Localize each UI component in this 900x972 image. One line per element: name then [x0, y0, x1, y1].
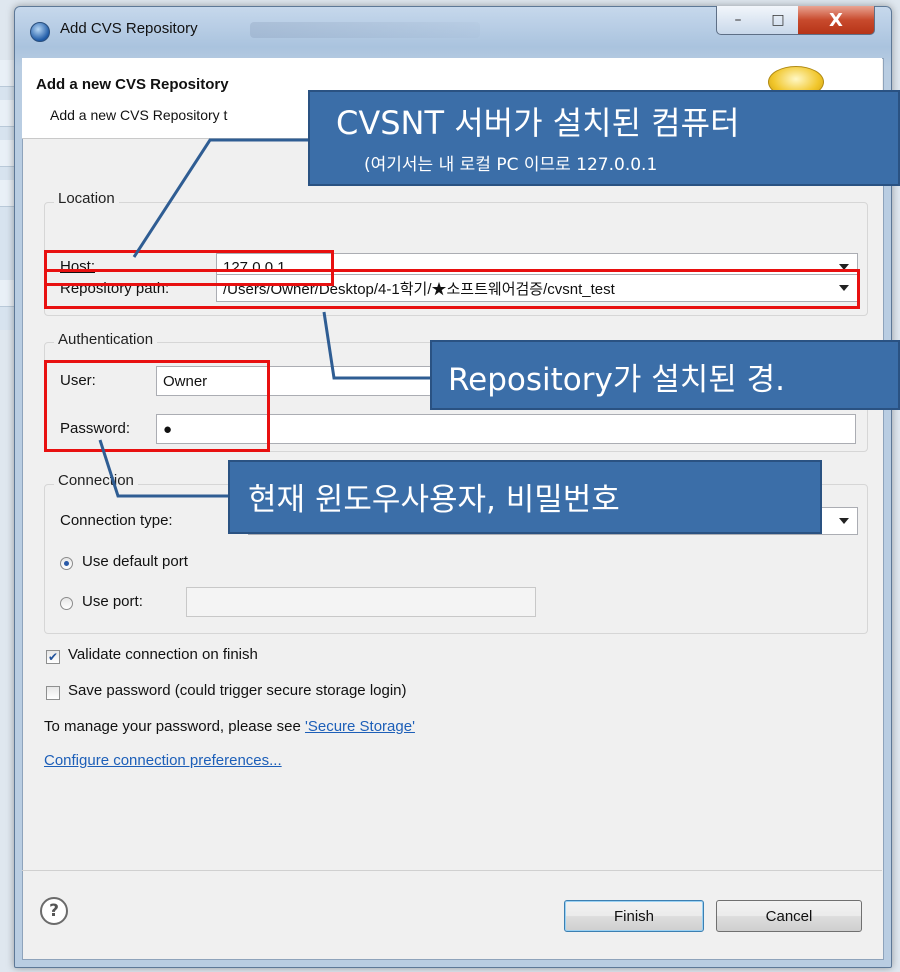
credentials-connector-line — [98, 439, 228, 498]
repository-callout: Repository가 설치된 경. — [430, 340, 900, 410]
repository-callout-text: Repository가 설치된 경. — [448, 362, 786, 398]
host-callout-note: (여기서는 내 로컬 PC 이므로 127.0.0.1 — [364, 155, 658, 175]
credentials-callout: 현재 윈도우사용자, 비밀번호 — [228, 460, 822, 534]
path-connector-line — [322, 311, 432, 380]
host-callout-title: CVSNT 서버가 설치된 컴퓨터 — [336, 104, 740, 142]
host-callout: CVSNT 서버가 설치된 컴퓨터 (여기서는 내 로컬 PC 이므로 127.… — [308, 90, 900, 186]
credentials-callout-text: 현재 윈도우사용자, 비밀번호 — [248, 482, 620, 518]
host-connector-line — [132, 138, 308, 258]
